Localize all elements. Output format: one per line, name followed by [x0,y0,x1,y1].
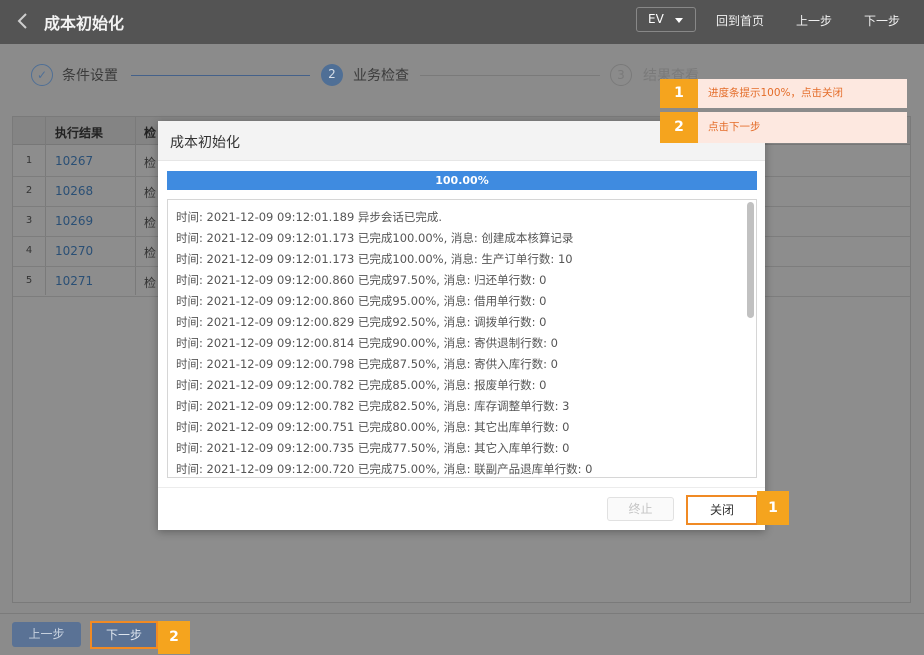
step-connector [420,75,600,76]
result-id-link[interactable]: 10268 [55,184,93,198]
step-label-1: 条件设置 [62,68,118,84]
prev-step-button[interactable]: 上一步 [12,622,81,647]
prev-step-link[interactable]: 上一步 [796,12,832,29]
log-line: 时间: 2021-12-09 09:12:00.782 已完成82.50%, 消… [176,399,570,413]
check-cell: 检 [144,246,157,260]
check-cell: 检 [144,156,157,170]
progress-text: 100.00% [435,174,489,187]
log-line: 时间: 2021-12-09 09:12:00.860 已完成97.50%, 消… [176,273,547,287]
back-arrow-icon[interactable] [14,10,32,32]
column-header-result: 执行结果 [55,126,104,140]
step-done-icon: ✓ [31,64,53,86]
close-button[interactable]: 关闭 [686,495,758,525]
result-id-link[interactable]: 10270 [55,244,93,258]
log-scrollbar[interactable] [747,202,754,318]
annotation-marker-1: 1 [660,79,698,108]
progress-bar: 100.00% [167,171,757,190]
home-link[interactable]: 回到首页 [716,12,764,29]
stop-button[interactable]: 终止 [607,497,674,521]
log-line: 时间: 2021-12-09 09:12:00.860 已完成95.00%, 消… [176,294,547,308]
row-index: 4 [25,245,33,256]
log-line: 时间: 2021-12-09 09:12:00.829 已完成92.50%, 消… [176,315,547,329]
step-pending-icon: 3 [610,64,632,86]
next-step-link[interactable]: 下一步 [864,12,900,29]
log-line: 时间: 2021-12-09 09:12:00.814 已完成90.00%, 消… [176,336,558,350]
row-index: 1 [25,155,33,166]
check-cell: 检 [144,186,157,200]
check-cell: 检 [144,216,157,230]
log-line: 时间: 2021-12-09 09:12:00.735 已完成77.50%, 消… [176,441,570,455]
step-label-2: 业务检查 [353,68,409,84]
org-select-value: EV [648,12,664,26]
result-id-link[interactable]: 10271 [55,274,93,288]
page-title: 成本初始化 [44,14,125,33]
log-line: 时间: 2021-12-09 09:12:01.189 异步会话已完成. [176,210,443,224]
step-connector [131,75,310,76]
log-line: 时间: 2021-12-09 09:12:00.798 已完成87.50%, 消… [176,357,558,371]
result-id-link[interactable]: 10267 [55,154,93,168]
log-line: 时间: 2021-12-09 09:12:00.751 已完成80.00%, 消… [176,420,570,434]
column-header-check: 检 [144,126,157,140]
annotation-marker-2: 2 [660,112,698,143]
org-select[interactable]: EV [636,7,696,32]
result-id-link[interactable]: 10269 [55,214,93,228]
dialog-title: 成本初始化 [170,135,240,151]
cost-init-dialog: 成本初始化 100.00% 时间: 2021-12-09 09:12:01.18… [158,121,765,530]
row-index: 2 [25,185,33,196]
annotation-marker-2: 2 [158,621,190,654]
log-line: 时间: 2021-12-09 09:12:00.720 已完成75.00%, 消… [176,462,593,476]
top-bar: 成本初始化 EV 回到首页 上一步 下一步 [0,0,924,44]
annotation-tip-1: 进度条提示100%，点击关闭 [698,79,907,108]
annotation-tip-2: 点击下一步 [698,112,907,143]
chevron-down-icon [675,18,683,23]
check-cell: 检 [144,276,157,290]
annotation-marker-1: 1 [757,491,789,525]
step-active-icon: 2 [321,64,343,86]
row-index: 3 [25,215,33,226]
log-line: 时间: 2021-12-09 09:12:00.782 已完成85.00%, 消… [176,378,547,392]
log-panel[interactable]: 时间: 2021-12-09 09:12:01.189 异步会话已完成. 时间:… [167,199,757,478]
log-line: 时间: 2021-12-09 09:12:01.173 已完成100.00%, … [176,231,574,245]
row-index: 5 [25,275,33,286]
next-step-button[interactable]: 下一步 [90,621,158,649]
log-line: 时间: 2021-12-09 09:12:01.173 已完成100.00%, … [176,252,573,266]
